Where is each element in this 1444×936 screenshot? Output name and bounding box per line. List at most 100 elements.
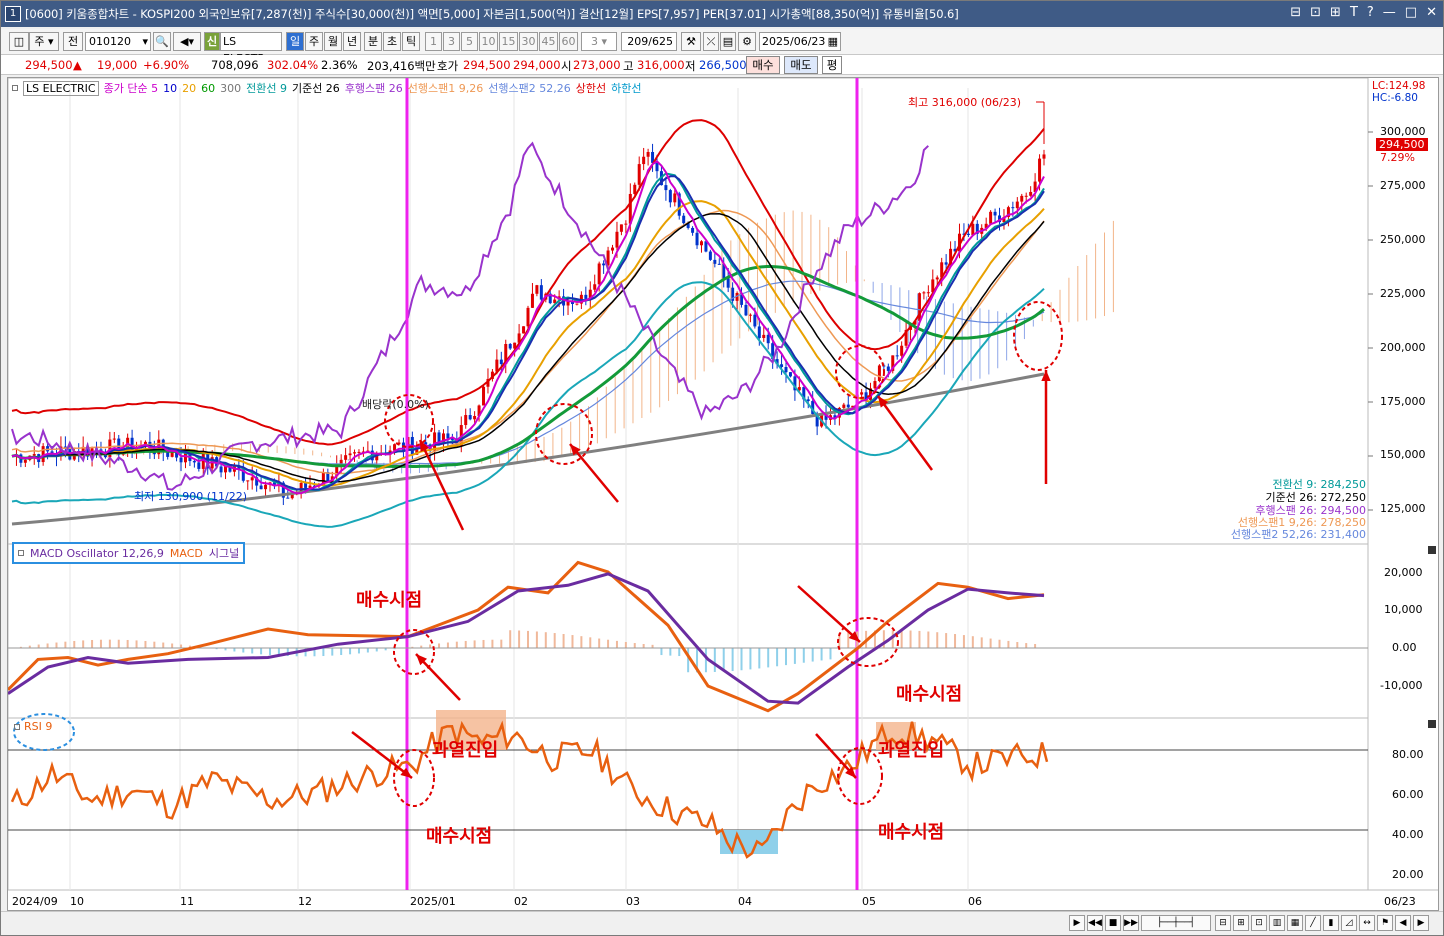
forward-icon[interactable]: ▶▶ [1123,915,1139,931]
minute-5[interactable]: 5 [461,32,478,51]
candle-body [971,223,975,236]
sound-icon[interactable]: ◀▾ [173,32,201,51]
legend-item[interactable]: RSI 9 [24,720,52,733]
candle-body [806,399,810,401]
tools-icon[interactable]: ⚒ [681,32,701,51]
flag-icon[interactable]: ⚑ [1377,915,1393,931]
rsi-y-tick: 80.00 [1392,748,1424,761]
minute-60[interactable]: 60 [559,32,578,51]
save-icon[interactable]: ▤ [720,32,736,51]
zoom-in-icon[interactable]: ⊞ [1233,915,1249,931]
fit-icon[interactable]: ⊡ [1251,915,1267,931]
date-input[interactable]: 2025/06/23 ▦ [759,32,841,51]
candle-body [744,304,748,316]
period-minute[interactable]: 분 [364,32,382,51]
candle-body [966,233,970,236]
candle-body [753,314,757,327]
legend-item[interactable]: LS ELECTRIC [23,80,99,96]
sell-button[interactable]: 매도 [784,56,818,74]
cross-icon[interactable]: ⤫ [703,32,719,51]
minute-1[interactable]: 1 [425,32,442,51]
candle-body [593,284,597,290]
stock-code-input[interactable]: 010120 ▾ [85,32,151,51]
candle-icon[interactable]: ▮ [1323,915,1339,931]
macd-y-tick: 0.00 [1392,641,1417,654]
prev-icon[interactable]: ◀ [1395,915,1411,931]
legend-item[interactable]: 전환선 9 [246,80,287,96]
legend-item[interactable]: MACD [170,547,203,560]
legend-item[interactable]: 상한선 [576,80,606,96]
candle-body [611,247,615,251]
period-month[interactable]: 월 [324,32,342,51]
minute-10[interactable]: 10 [479,32,498,51]
legend-item[interactable]: 선행스팬2 52,26 [488,80,570,96]
minute-45[interactable]: 45 [539,32,558,51]
candle-body [1029,191,1033,196]
minute-value-input[interactable]: 3 ▾ [581,32,617,51]
period-week[interactable]: 주 [305,32,323,51]
legend-item[interactable]: 300 [220,82,241,95]
candle-body [197,462,201,469]
scroll-icon[interactable]: ↔ [1359,915,1375,931]
candle-body [597,263,601,285]
legend-item[interactable]: 시그널 [209,545,239,561]
grid-icon[interactable]: ⊞ [1330,5,1341,20]
period-year[interactable]: 년 [343,32,361,51]
close-button[interactable]: ✕ [1426,5,1437,20]
x-label: 06 [968,895,982,908]
maximize-button[interactable]: □ [1405,5,1417,20]
candle-body [1038,158,1042,182]
minute-30[interactable]: 30 [519,32,538,51]
legend-item[interactable]: 60 [201,82,215,95]
text-icon[interactable]: T [1350,5,1358,20]
y-tick: 175,000 [1380,395,1426,408]
window-icon[interactable]: ⊡ [1310,5,1321,20]
help-icon[interactable]: ? [1367,5,1374,20]
panel-close-icon [1428,546,1436,554]
legend-item[interactable]: 종가 단순 5 [104,80,158,96]
legend-item[interactable]: 선행스팬1 9,26 [408,80,483,96]
legend-item[interactable]: 10 [163,82,177,95]
legend-square-icon [18,550,24,556]
minimize-button[interactable]: — [1383,5,1396,20]
candle-body [464,415,468,426]
search-icon[interactable]: 🔍 [153,32,171,51]
next-icon[interactable]: ▶ [1413,915,1429,931]
legend-item[interactable]: 후행스팬 26 [345,80,403,96]
candle-body [726,278,730,288]
chart-area[interactable]: LS ELECTRIC 종가 단순 5 10 20 60 300 전환선 9 기… [7,77,1439,911]
legend-item[interactable]: 기준선 26 [292,80,340,96]
candle-body [353,452,357,454]
zoom-out-icon[interactable]: ⊟ [1215,915,1231,931]
rewind-icon[interactable]: ◀◀ [1087,915,1103,931]
period-tick[interactable]: 틱 [402,32,420,51]
candle-body [935,277,939,280]
layout-icon[interactable]: ⊟ [1290,5,1301,20]
buy-button[interactable]: 매수 [746,56,780,74]
quote-bar: 294,500 ▲ 19,000 +6.90% 708,096 302.04% … [1,55,1443,75]
chart-type-icon[interactable]: ◫ [9,32,29,51]
zoom-slider[interactable]: ├──┼──┤ [1141,915,1211,931]
scope-tab[interactable]: 전 [63,32,83,51]
y-tick: 225,000 [1380,287,1426,300]
legend-item[interactable]: 하한선 [611,80,641,96]
area-icon[interactable]: ◿ [1341,915,1357,931]
grid-toggle-icon[interactable]: ▥ [1269,915,1285,931]
average-button[interactable]: 평 [822,56,842,74]
bar-icon[interactable]: ▦ [1287,915,1303,931]
y-tick: 150,000 [1380,448,1426,461]
period-day[interactable]: 일 [286,32,304,51]
line-icon[interactable]: ╱ [1305,915,1321,931]
minute-15[interactable]: 15 [499,32,518,51]
candle-body [699,241,703,246]
market-select[interactable]: 주 ▾ [29,32,59,51]
macd-legend: MACD Oscillator 12,26,9 MACD 시그널 [12,542,246,564]
play-icon[interactable]: ▶ [1069,915,1085,931]
legend-item[interactable]: MACD Oscillator 12,26,9 [30,547,164,560]
legend-item[interactable]: 20 [182,82,196,95]
minute-3[interactable]: 3 [443,32,460,51]
settings-icon[interactable]: ⚙ [738,32,756,51]
period-second[interactable]: 초 [383,32,401,51]
candle-body [642,156,646,165]
stop-icon[interactable]: ■ [1105,915,1121,931]
